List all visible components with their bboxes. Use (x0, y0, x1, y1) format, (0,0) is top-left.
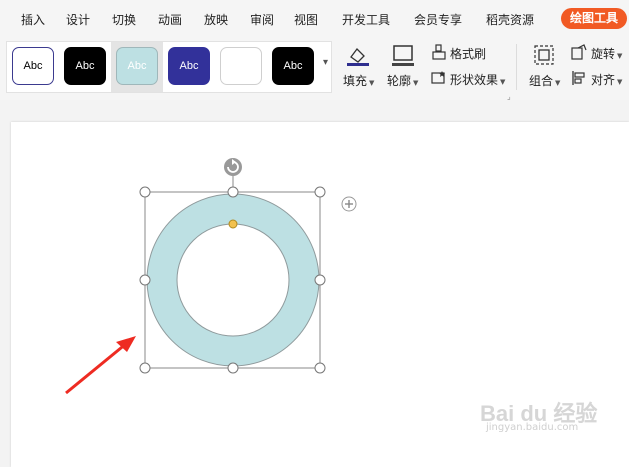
red-arrow-annotation (65, 336, 136, 395)
resize-handle-top-left[interactable] (139, 186, 151, 198)
donut-hole (176, 223, 290, 337)
baidu-watermark: Bai du 经验 jingyan.baidu.com (480, 396, 620, 436)
resize-handle-top-right[interactable] (314, 186, 326, 198)
adjust-handle[interactable] (228, 219, 238, 229)
rotate-handle[interactable] (224, 158, 242, 176)
add-element-icon[interactable] (341, 196, 357, 212)
resize-handle-right[interactable] (314, 274, 326, 286)
resize-handle-bottom[interactable] (227, 362, 239, 374)
resize-handle-top[interactable] (227, 186, 239, 198)
resize-handle-bottom-right[interactable] (314, 362, 326, 374)
resize-handle-left[interactable] (139, 274, 151, 286)
watermark-url: jingyan.baidu.com (486, 422, 579, 433)
resize-handle-bottom-left[interactable] (139, 362, 151, 374)
